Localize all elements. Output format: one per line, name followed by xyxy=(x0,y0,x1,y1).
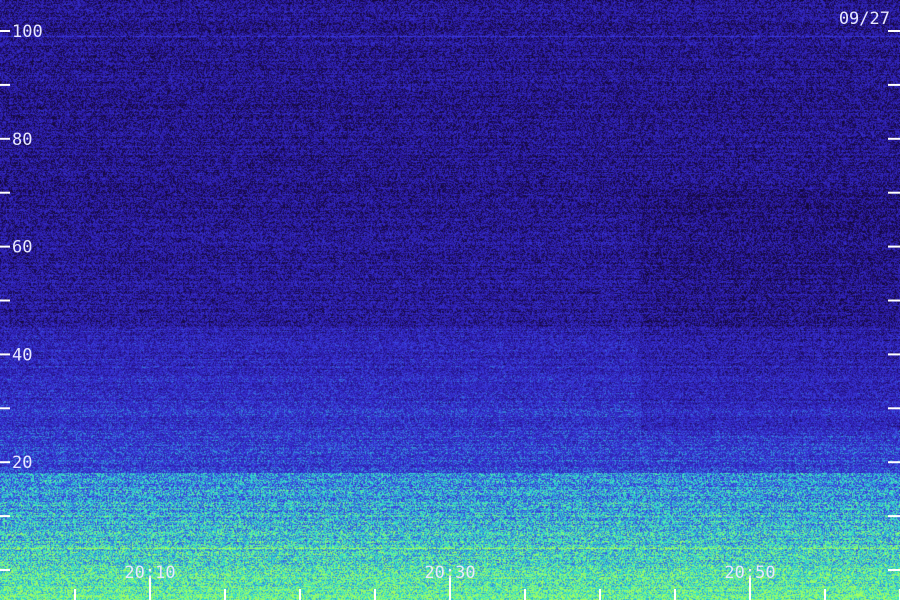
x-tick-label: 20:50 xyxy=(724,563,775,583)
y-tick-label: 80 xyxy=(12,130,32,150)
x-tick-label: 20:10 xyxy=(124,563,175,583)
y-tick-label: 60 xyxy=(12,238,32,258)
y-tick-label: 20 xyxy=(12,453,32,473)
date-label: 09/27 xyxy=(839,9,890,29)
spectrogram-panel: 20 40 60 80 100 20:10 20:30 20:50 09/27 xyxy=(0,0,900,600)
x-axis: 20:10 20:30 20:50 xyxy=(75,563,900,600)
x-tick-label: 20:30 xyxy=(424,563,475,583)
y-tick-label: 40 xyxy=(12,345,32,365)
y-axis: 20 40 60 80 100 xyxy=(0,22,900,570)
spectrogram-axes: 20 40 60 80 100 20:10 20:30 20:50 09/27 xyxy=(0,0,900,600)
y-tick-label: 100 xyxy=(12,22,43,42)
